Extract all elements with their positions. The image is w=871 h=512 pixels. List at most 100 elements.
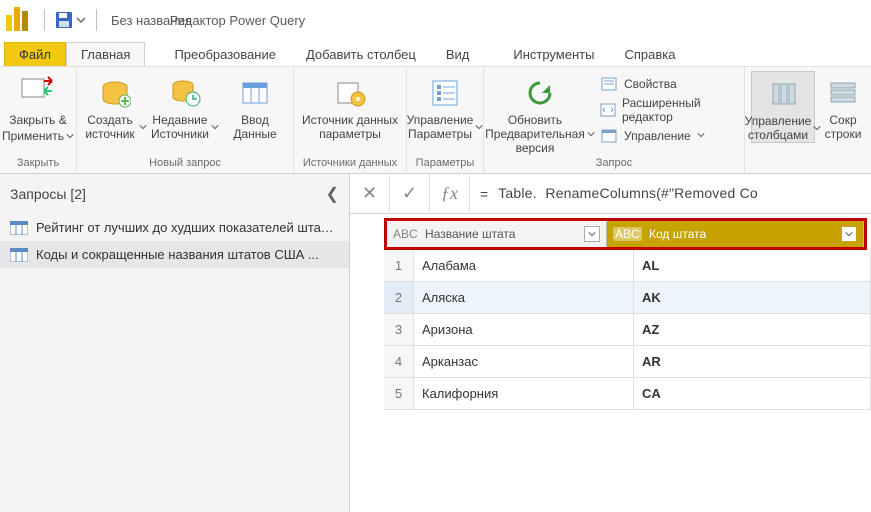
manage-parameters-label: Управление Параметры (407, 113, 474, 141)
manage-parameters-button[interactable]: Управление Параметры (413, 71, 477, 141)
close-apply-button[interactable]: Закрыть & Применить (6, 71, 70, 143)
cell-state-name[interactable]: Калифорния (414, 378, 634, 410)
column-headers-highlight: ABC Название штата ABC Код штата (384, 218, 867, 250)
tab-add-column[interactable]: Добавить столбец (291, 42, 431, 66)
refresh-preview-button[interactable]: Обновить Предварительная версия (490, 71, 590, 155)
collapse-panel-button[interactable]: ❮ (326, 184, 339, 204)
reduce-rows-button[interactable]: Сокр строки (821, 71, 865, 141)
separator (44, 9, 45, 31)
chevron-down-icon (76, 15, 86, 25)
chevron-down-icon (697, 131, 707, 141)
query-item-label: Рейтинг от лучших до худших показателей … (36, 220, 339, 235)
properties-button[interactable]: Свойства (596, 75, 738, 93)
qat-save-button[interactable] (51, 9, 90, 31)
tab-view[interactable]: Вид (431, 42, 485, 66)
query-item[interactable]: Рейтинг от лучших до худших показателей … (0, 214, 349, 241)
tab-transform[interactable]: Преобразование (159, 42, 291, 66)
formula-fx-button[interactable]: ƒx (430, 174, 470, 214)
column-label: Код штата (649, 227, 706, 241)
ribbon: Закрыть & Применить Закрыть Создать исто… (0, 66, 871, 174)
cell-state-code[interactable]: CA (634, 378, 871, 410)
recent-sources-label: Недавние Источники (151, 113, 209, 141)
chevron-down-icon (587, 130, 595, 138)
cell-state-code[interactable]: AR (634, 346, 871, 378)
cell-state-name[interactable]: Аляска (414, 282, 634, 314)
group-label-parameters: Параметры (413, 157, 477, 171)
ribbon-group-parameters: Управление Параметры Параметры (407, 67, 484, 173)
query-item[interactable]: Коды и сокращенные названия штатов США .… (0, 241, 349, 268)
table-row[interactable]: 5 Калифорния CA (384, 378, 871, 410)
chevron-down-icon (66, 132, 74, 140)
formula-bar: ✕ ✓ ƒx = Table. RenameColumns(#"Removed … (350, 174, 871, 214)
row-number: 3 (384, 314, 414, 346)
tab-file[interactable]: Файл (4, 42, 66, 66)
data-source-settings-button[interactable]: Источник данных параметры (300, 71, 400, 141)
column-filter-dropdown[interactable] (584, 226, 600, 242)
close-apply-label-1: Закрыть & (9, 113, 67, 127)
reduce-rows-icon (825, 75, 861, 111)
content-area: Запросы [2] ❮ Рейтинг от лучших до худши… (0, 174, 871, 512)
table-row[interactable]: 3 Аризона AZ (384, 314, 871, 346)
close-apply-label-2: Применить (2, 129, 64, 143)
recent-sources-button[interactable]: Недавние Источники (153, 71, 217, 141)
column-header-state-name[interactable]: ABC Название штата (387, 221, 607, 247)
queries-title: Запросы [2] (10, 186, 86, 202)
new-source-icon (97, 75, 133, 111)
enter-data-label: Ввод Данные (223, 113, 287, 141)
table-row[interactable]: 4 Арканзас AR (384, 346, 871, 378)
group-label-columns (751, 157, 865, 171)
column-header-state-code[interactable]: ABC Код штата (607, 221, 864, 247)
cell-state-code[interactable]: AK (634, 282, 871, 314)
chevron-down-icon (139, 123, 147, 131)
formula-equals: = (480, 186, 488, 202)
cell-state-name[interactable]: Аризона (414, 314, 634, 346)
advanced-editor-button[interactable]: Расширенный редактор (596, 95, 738, 125)
cell-state-name[interactable]: Алабама (414, 250, 634, 282)
formula-cancel-button[interactable]: ✕ (350, 174, 390, 214)
refresh-preview-label: Обновить Предварительная версия (485, 113, 585, 155)
formula-accept-button[interactable]: ✓ (390, 174, 430, 214)
manage-columns-label: Управление столбцами (745, 114, 812, 142)
properties-label: Свойства (624, 77, 677, 91)
column-filter-dropdown[interactable] (841, 226, 857, 242)
advanced-editor-label: Расширенный редактор (622, 96, 734, 124)
ribbon-group-data-sources: Источник данных параметры Источники данн… (294, 67, 407, 173)
row-number: 1 (384, 250, 414, 282)
column-type-tag: ABC (393, 227, 418, 241)
cell-state-code[interactable]: AZ (634, 314, 871, 346)
group-label-new-query: Новый запрос (83, 157, 287, 171)
row-number: 4 (384, 346, 414, 378)
cell-state-name[interactable]: Арканзас (414, 346, 634, 378)
chevron-down-icon (475, 123, 483, 131)
manage-columns-button[interactable]: Управление столбцами (751, 71, 815, 143)
group-label-data-sources: Источники данных (300, 157, 400, 171)
column-label: Название штата (425, 227, 515, 241)
data-source-settings-label: Источник данных параметры (300, 113, 400, 141)
manage-columns-icon (765, 76, 801, 112)
manage-query-button[interactable]: Управление (596, 127, 738, 145)
column-type-tag: ABC (613, 227, 642, 241)
new-source-button[interactable]: Создать источник (83, 71, 147, 141)
formula-function: RenameColumns(#"Removed Co (545, 185, 757, 201)
tab-help[interactable]: Справка (609, 42, 690, 66)
tab-tools[interactable]: Инструменты (498, 42, 609, 66)
recent-sources-icon (167, 75, 203, 111)
ribbon-group-columns: Управление столбцами Сокр строки (745, 67, 871, 173)
data-source-settings-icon (332, 75, 368, 111)
cell-state-code[interactable]: AL (634, 250, 871, 282)
chevron-down-icon (211, 123, 219, 131)
tab-home[interactable]: Главная (66, 42, 145, 66)
formula-input[interactable]: = Table. RenameColumns(#"Removed Co (470, 185, 871, 202)
powerbi-logo-icon (6, 9, 28, 31)
separator (96, 9, 97, 31)
enter-data-icon (237, 75, 273, 111)
table-row[interactable]: 1 Алабама AL (384, 250, 871, 282)
manage-query-label: Управление (624, 129, 691, 143)
manage-query-icon (600, 128, 618, 144)
editor-title: Редактор Power Query (170, 13, 305, 28)
enter-data-button[interactable]: Ввод Данные (223, 71, 287, 141)
row-number: 5 (384, 378, 414, 410)
main-area: ✕ ✓ ƒx = Table. RenameColumns(#"Removed … (350, 174, 871, 512)
table-row[interactable]: 2 Аляска AK (384, 282, 871, 314)
properties-icon (600, 76, 618, 92)
